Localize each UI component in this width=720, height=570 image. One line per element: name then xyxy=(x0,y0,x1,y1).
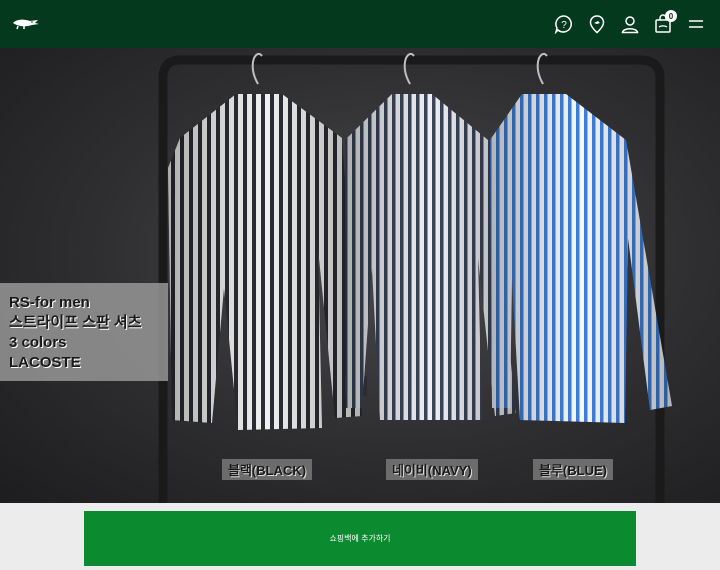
crocodile-logo-icon xyxy=(13,19,39,29)
promo-line-model: RS-for men xyxy=(9,294,90,311)
menu-icon[interactable] xyxy=(686,14,706,34)
product-hero-image: RS-for men 스트라이프 스판 셔츠 3 colors LACOSTE … xyxy=(0,48,720,503)
header-actions: ? 0 xyxy=(554,10,706,34)
promo-line-colors: 3 colors xyxy=(9,334,67,351)
cart-count-badge: 0 xyxy=(665,10,677,22)
account-icon[interactable] xyxy=(620,14,640,34)
cart-icon[interactable]: 0 xyxy=(653,10,677,34)
add-to-bag-button[interactable]: 쇼핑백에 추가하기 xyxy=(84,511,636,566)
site-header: ? 0 xyxy=(0,0,720,48)
shirts-on-rack-illustration xyxy=(158,52,672,503)
color-label-black: 블랙(BLACK) xyxy=(222,459,313,480)
help-icon[interactable]: ? xyxy=(554,14,574,34)
svg-text:?: ? xyxy=(561,20,567,31)
store-locator-icon[interactable] xyxy=(587,14,607,34)
lacoste-logo[interactable] xyxy=(12,14,40,35)
promo-line-brand: LACOSTE xyxy=(9,354,81,371)
promo-text-box: RS-for men 스트라이프 스판 셔츠 3 colors LACOSTE xyxy=(0,283,168,381)
promo-line-product: 스트라이프 스판 셔츠 xyxy=(9,314,142,331)
color-label-blue: 블루(BLUE) xyxy=(533,459,613,480)
blue-stripe-shirt xyxy=(490,94,672,423)
color-label-navy: 네이비(NAVY) xyxy=(386,459,478,480)
bottom-action-bar: 쇼핑백에 추가하기 xyxy=(0,503,720,570)
black-stripe-shirt xyxy=(168,94,367,430)
